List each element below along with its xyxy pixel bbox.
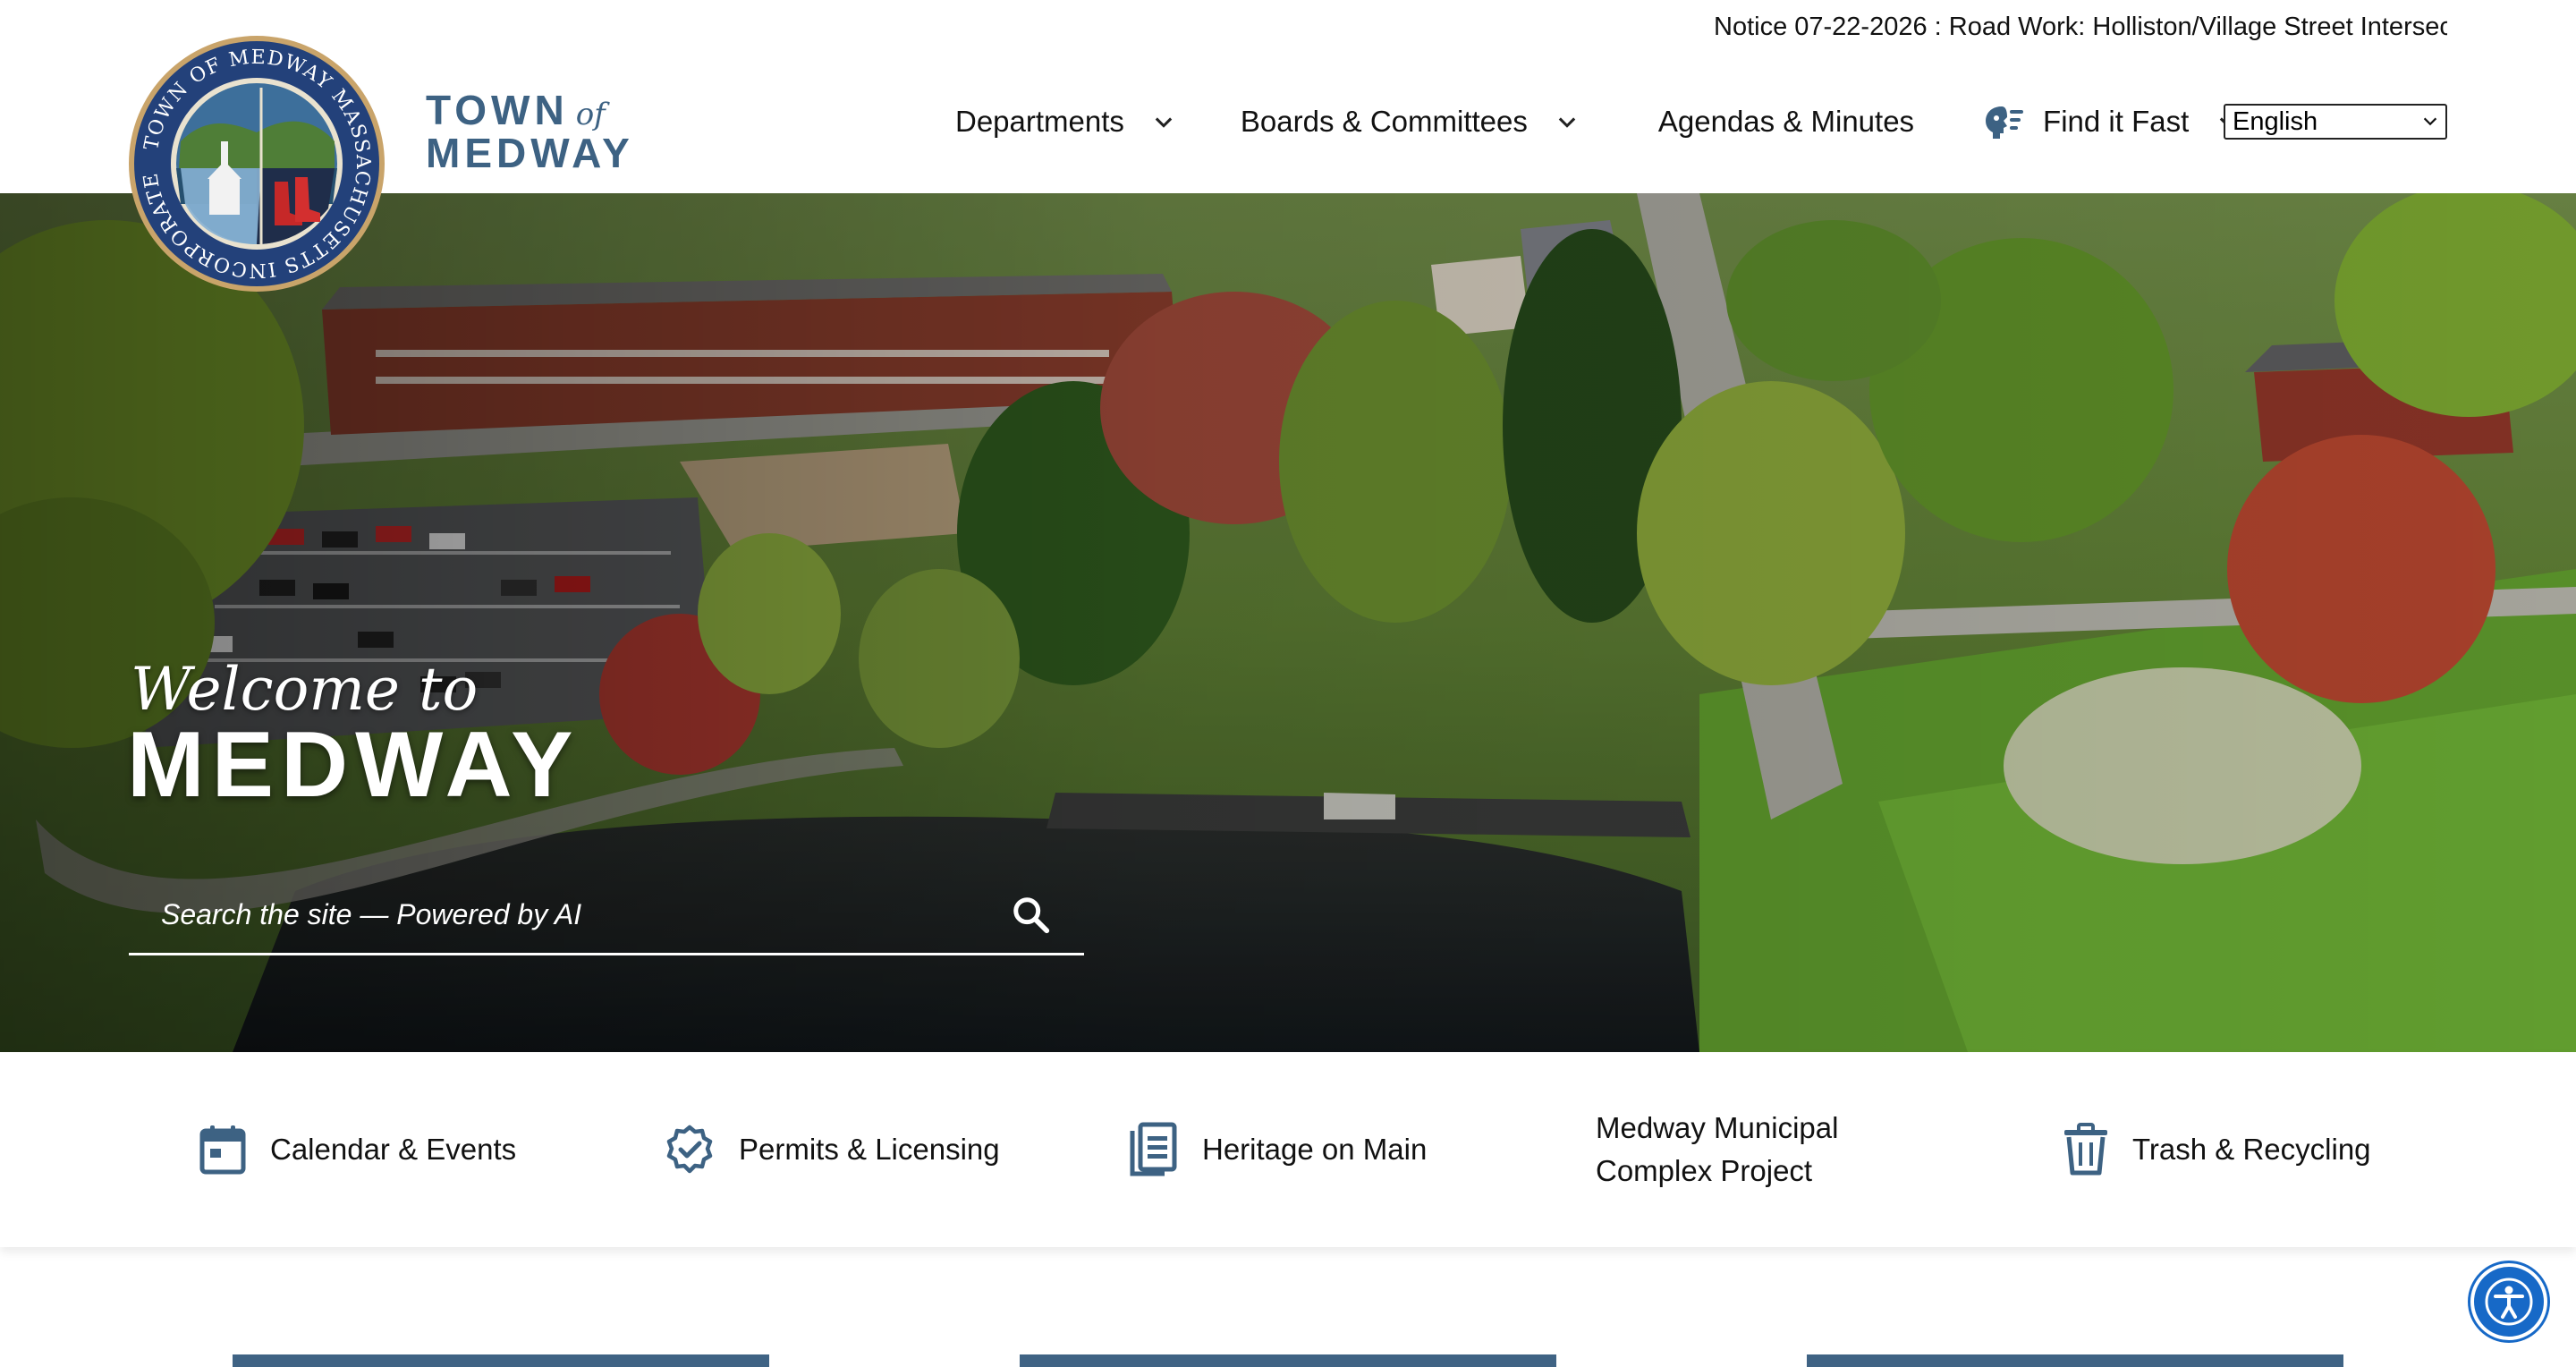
find-it-fast-icon [1986, 106, 2024, 139]
nav-agendas-label: Agendas & Minutes [1657, 105, 1915, 138]
nav-find-it-fast-label: Find it Fast [2043, 105, 2190, 138]
nav-find-it-fast[interactable]: Find it Fast [1982, 103, 2241, 140]
trash-icon [2064, 1123, 2107, 1176]
document-icon [1130, 1122, 1177, 1176]
section-card-header [1020, 1354, 1556, 1367]
quick-link-trash-recycling[interactable]: Trash & Recycling [2063, 1052, 2371, 1247]
quick-link-label: Heritage on Main [1202, 1133, 1428, 1166]
quick-link-permits-licensing[interactable]: Permits & Licensing [664, 1052, 1007, 1247]
section-card-header [233, 1354, 769, 1367]
nav-departments-label: Departments [955, 105, 1124, 138]
chevron-down-icon[interactable] [1555, 109, 1580, 134]
wordmark-medway: MEDWAY [426, 130, 634, 176]
town-wordmark[interactable]: TOWN of MEDWAY [426, 89, 634, 174]
badge-check-icon [666, 1125, 713, 1174]
wordmark-of: of [575, 97, 606, 132]
nav-departments[interactable]: Departments [955, 105, 1176, 139]
chevron-down-icon [2423, 117, 2437, 126]
nav-boards-label: Boards & Committees [1240, 105, 1528, 138]
search-icon[interactable] [1011, 895, 1052, 936]
search-input[interactable] [161, 889, 966, 939]
section-card-header [1807, 1354, 2343, 1367]
hero-title: MEDWAY [127, 713, 580, 817]
calendar-icon [199, 1125, 246, 1175]
language-select[interactable]: English [2224, 104, 2447, 140]
chevron-down-icon[interactable] [1151, 109, 1176, 134]
main-nav: Departments Boards & Committees Agendas … [955, 95, 2241, 149]
quick-links-bar: Calendar & Events Permits & Licensing He… [0, 1052, 2576, 1247]
notice-ticker[interactable]: Notice 07-22-2026 : Road Work: Holliston… [1714, 9, 2447, 45]
quick-link-label: Permits & Licensing [739, 1133, 1000, 1166]
quick-link-label: Calendar & Events [270, 1133, 517, 1166]
accessibility-button[interactable] [2470, 1263, 2547, 1340]
nav-agendas-minutes[interactable]: Agendas & Minutes [1658, 105, 1914, 139]
site-header: Notice 07-22-2026 : Road Work: Holliston… [0, 0, 2576, 193]
hero-banner: Welcome to MEDWAY [0, 193, 2576, 1052]
nav-boards-committees[interactable]: Boards & Committees [1241, 105, 1580, 139]
language-selected: English [2233, 107, 2318, 136]
quick-link-label: Trash & Recycling [2132, 1133, 2371, 1166]
quick-link-heritage-on-main[interactable]: Heritage on Main [1129, 1052, 1427, 1247]
quick-link-label: Medway Municipal Complex Project [1596, 1111, 1839, 1187]
quick-link-calendar-events[interactable]: Calendar & Events [199, 1052, 516, 1247]
wordmark-town: TOWN [426, 87, 569, 133]
site-search [129, 873, 1084, 955]
town-seal-logo[interactable]: TOWN OF MEDWAY MASSACHUSETTS INCORPORATE… [127, 34, 386, 293]
quick-link-municipal-complex[interactable]: Medway Municipal Complex Project [1596, 1052, 1864, 1247]
accessibility-icon [2485, 1278, 2533, 1326]
